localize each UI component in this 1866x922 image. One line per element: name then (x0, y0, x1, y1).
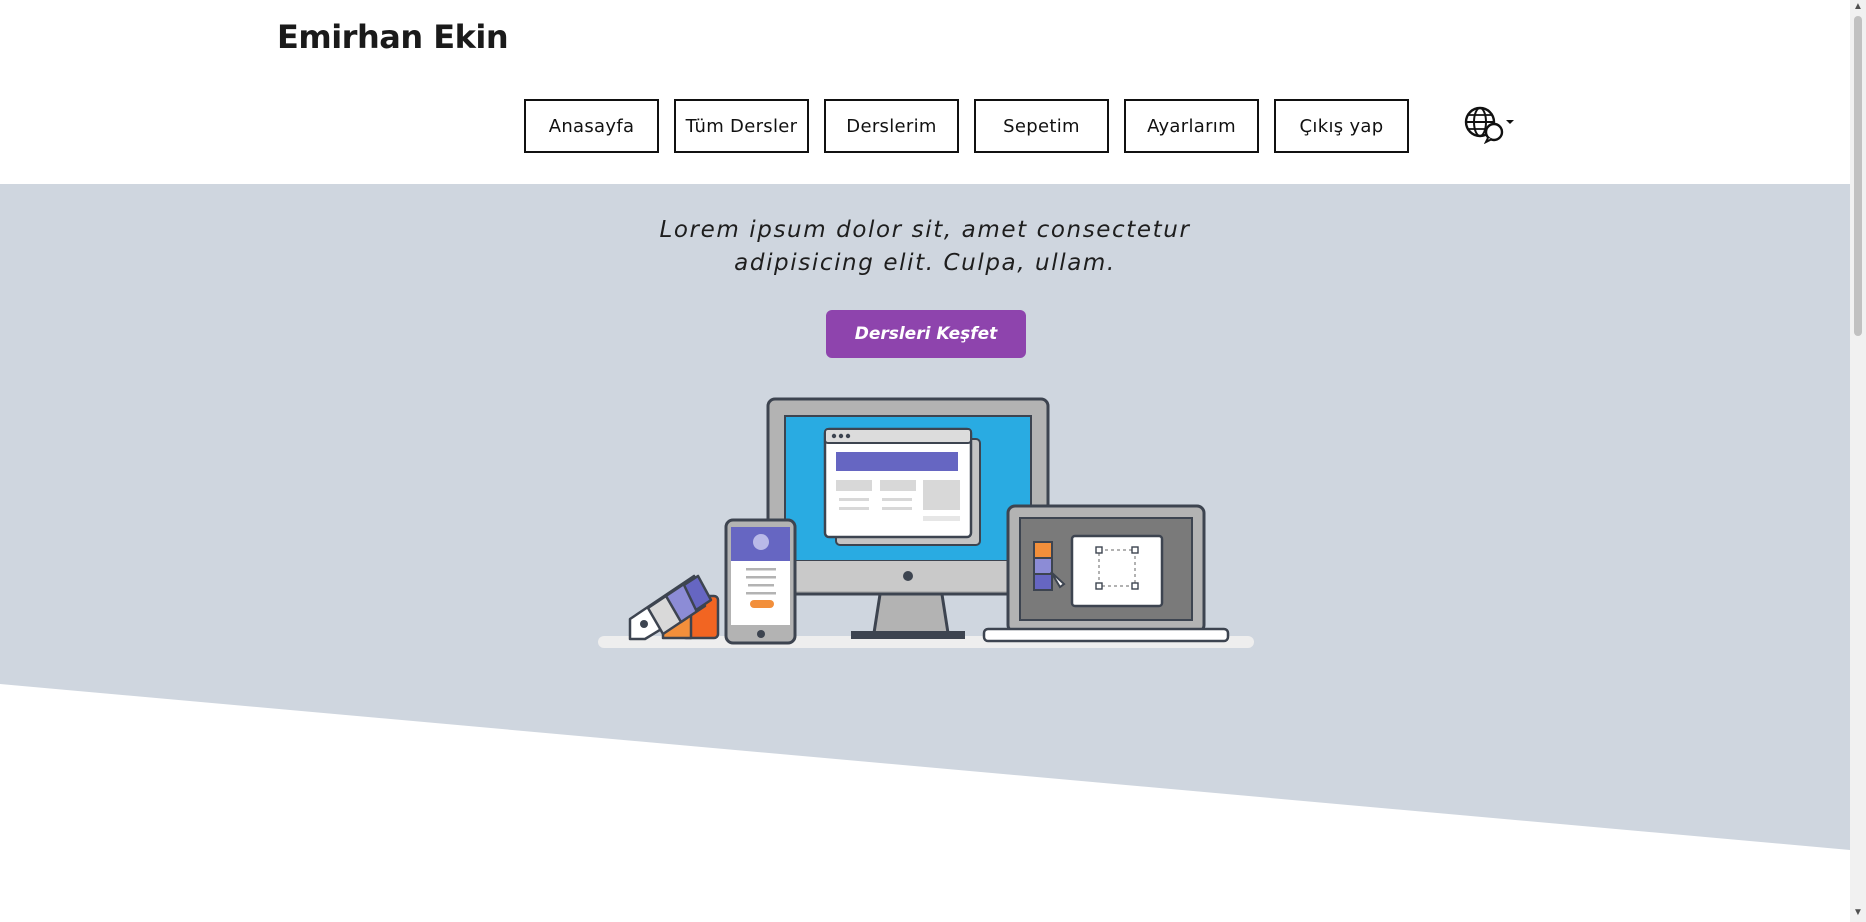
explore-courses-button[interactable]: Dersleri Keşfet (826, 310, 1026, 358)
nav-all-courses-button[interactable]: Tüm Dersler (674, 99, 809, 153)
hero-tagline: Lorem ipsum dolor sit, amet consectetur … (0, 214, 1850, 280)
nav-settings-button[interactable]: Ayarlarım (1124, 99, 1259, 153)
scroll-up-icon[interactable]: ▲ (1853, 2, 1863, 12)
tagline-line-2: adipisicing elit. Culpa, ullam. (734, 250, 1116, 276)
caret-down-icon (1506, 120, 1514, 124)
scroll-down-icon[interactable]: ▼ (1853, 908, 1863, 918)
hero-section: Lorem ipsum dolor sit, amet consectetur … (0, 184, 1850, 850)
main-nav: Anasayfa Tüm Dersler Derslerim Sepetim A… (524, 99, 1409, 153)
top-header: Emirhan Ekin Anasayfa Tüm Dersler Dersle… (0, 0, 1850, 184)
site-brand[interactable]: Emirhan Ekin (277, 18, 509, 56)
nav-home-button[interactable]: Anasayfa (524, 99, 659, 153)
nav-logout-button[interactable]: Çıkış yap (1274, 99, 1409, 153)
tagline-line-1: Lorem ipsum dolor sit, amet consectetur (659, 217, 1191, 243)
nav-my-courses-button[interactable]: Derslerim (824, 99, 959, 153)
devices-illustration (598, 397, 1254, 648)
scrollbar-thumb[interactable] (1854, 16, 1862, 336)
language-dropdown[interactable] (1464, 104, 1520, 144)
nav-cart-button[interactable]: Sepetim (974, 99, 1109, 153)
globe-chat-icon (1464, 106, 1514, 144)
page-scrollbar[interactable]: ▲ ▼ (1850, 0, 1866, 922)
